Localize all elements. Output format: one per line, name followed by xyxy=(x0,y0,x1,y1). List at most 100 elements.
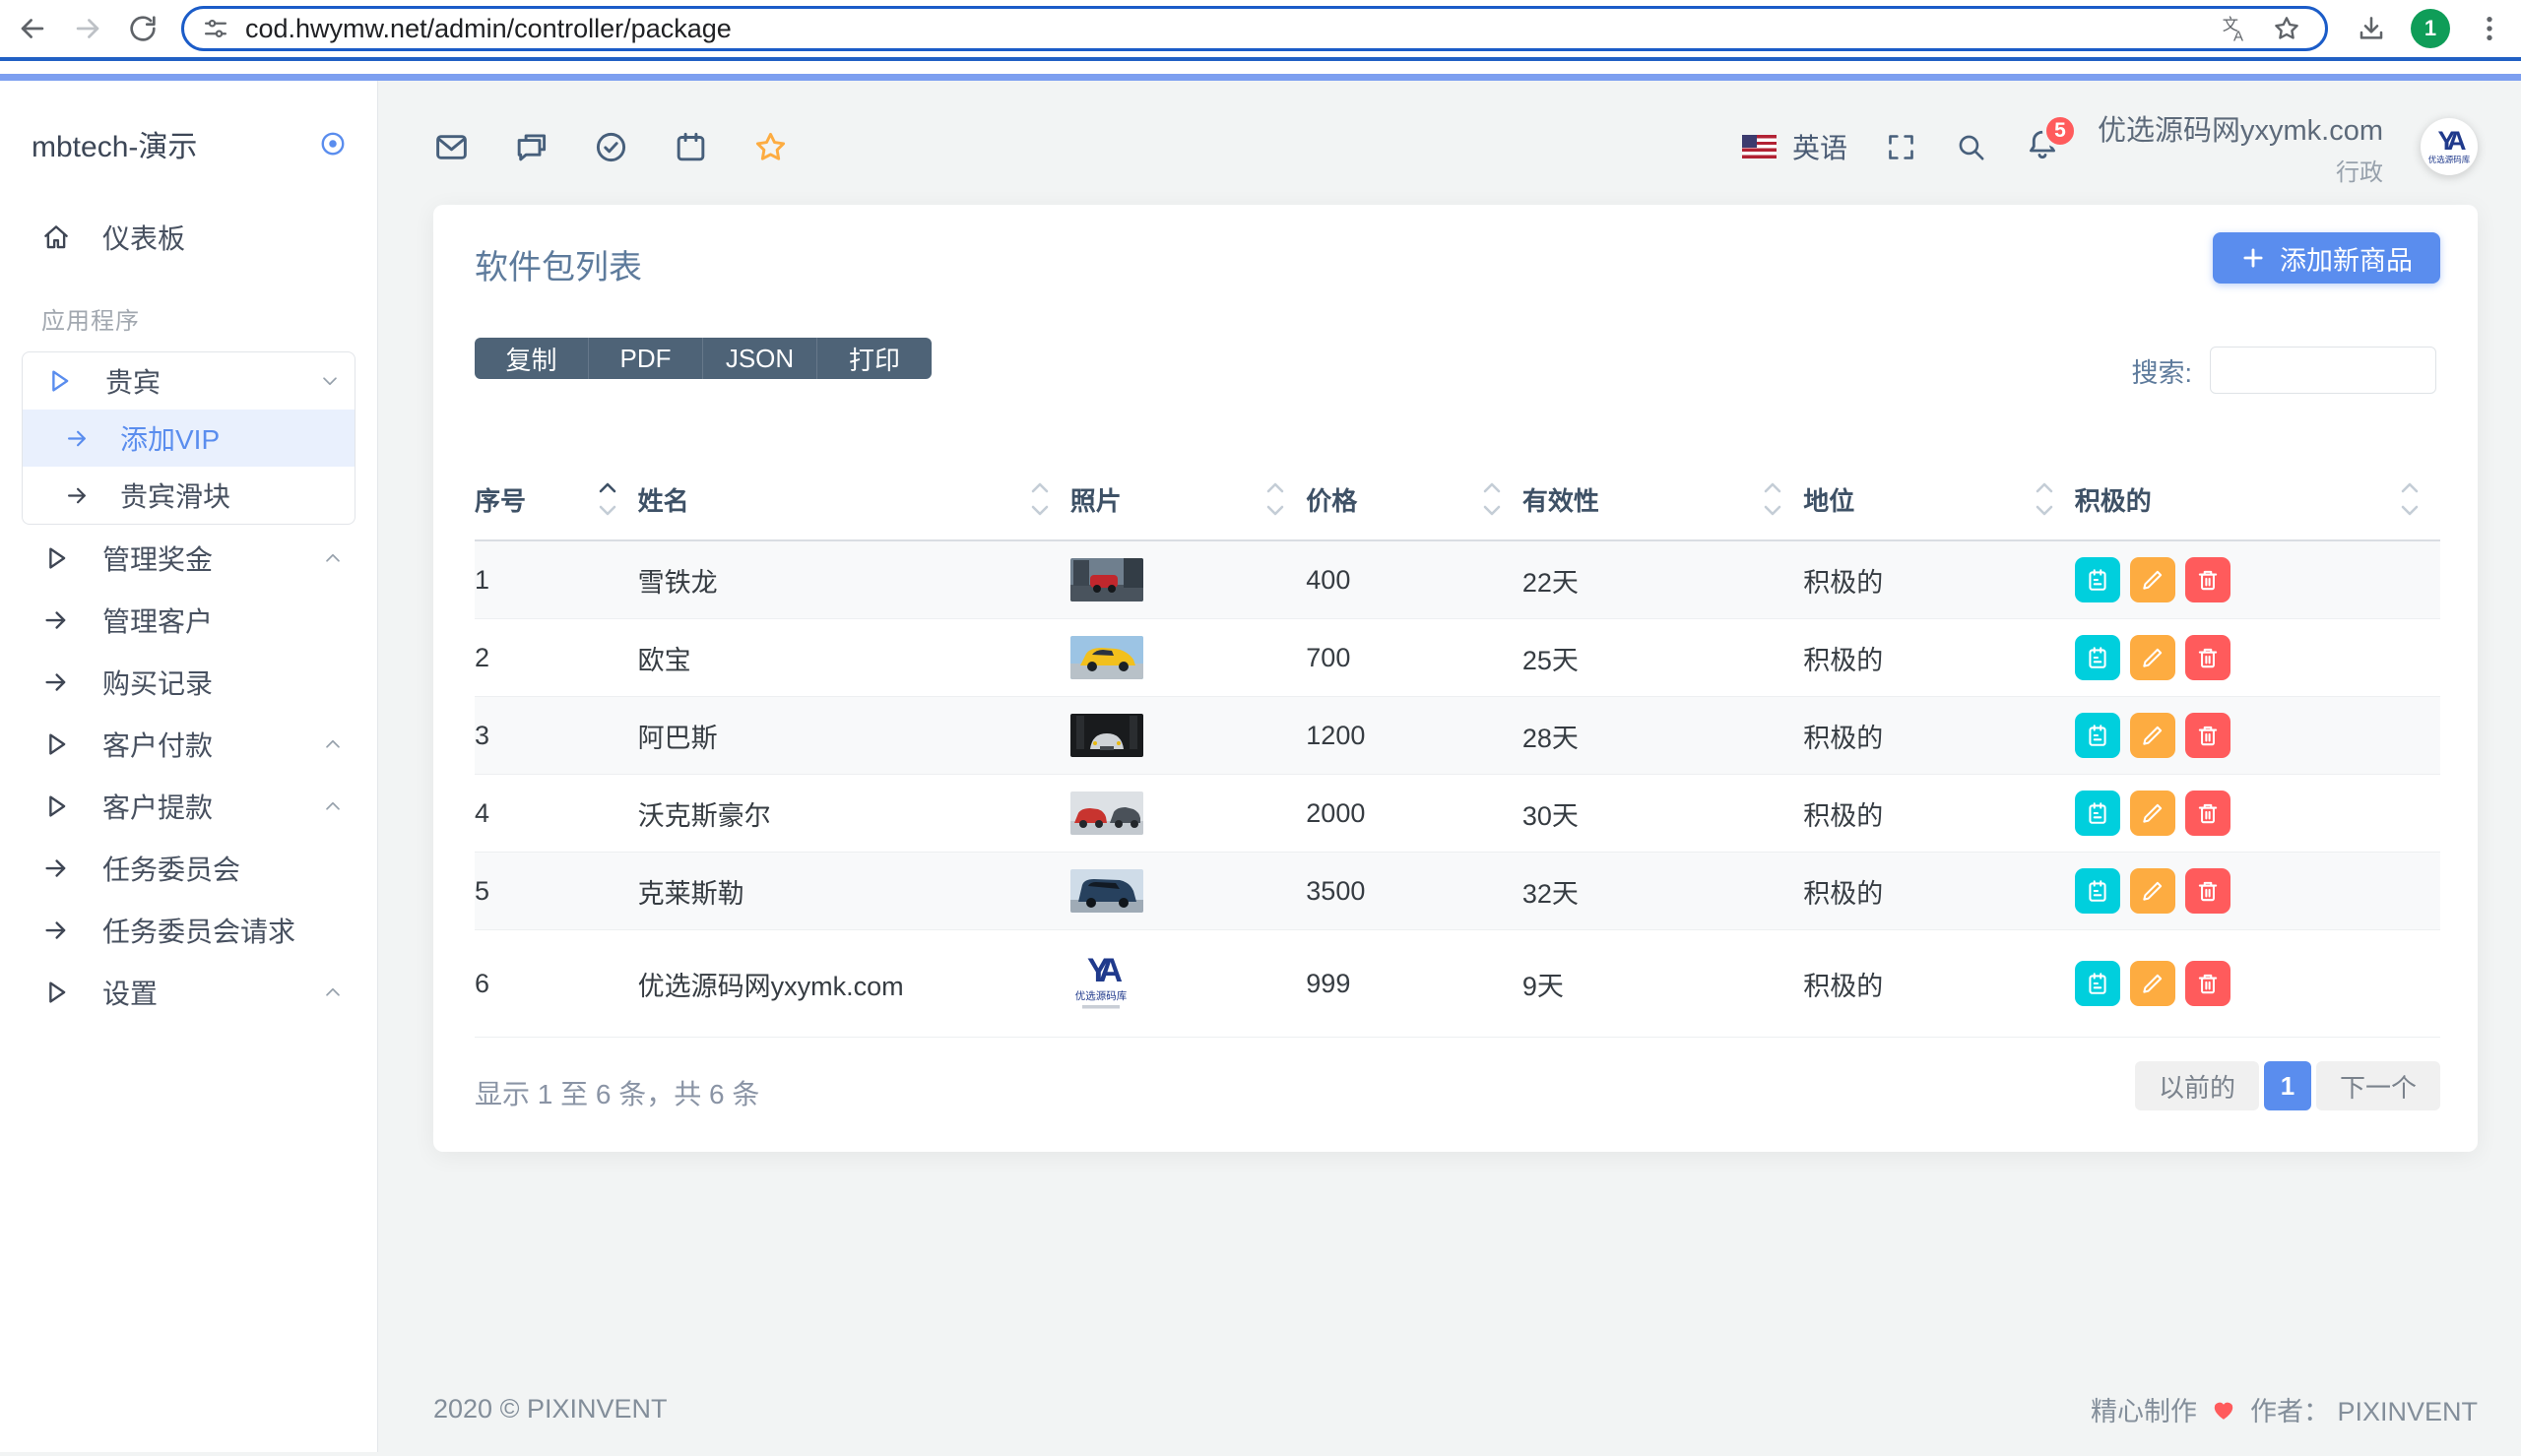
product-photo xyxy=(1070,636,1143,679)
sidebar-section-label: 应用程序 xyxy=(41,301,357,336)
table-row: 4 沃克斯豪尔 2000 30天 积极的 xyxy=(475,775,2440,853)
sidebar-item-dashboard[interactable]: 仪表板 xyxy=(20,209,357,266)
sort-desc-icon[interactable] xyxy=(2401,505,2419,517)
chat-icon[interactable] xyxy=(513,129,549,165)
print-button[interactable]: 打印 xyxy=(817,338,932,379)
sidebar-item-vip[interactable]: 贵宾 xyxy=(23,352,355,410)
sort-asc-icon[interactable] xyxy=(1483,481,1501,493)
table-row: 1 雪铁龙 400 22天 积极的 xyxy=(475,540,2440,619)
cell-status: 积极的 xyxy=(1803,540,2074,619)
view-button[interactable] xyxy=(2075,557,2120,602)
sort-desc-icon[interactable] xyxy=(599,505,616,517)
sort-asc-icon[interactable] xyxy=(1266,481,1284,493)
calendar-icon[interactable] xyxy=(673,129,709,165)
column-header-name[interactable]: 姓名 xyxy=(638,472,1070,540)
sort-desc-icon[interactable] xyxy=(2036,505,2053,517)
delete-button[interactable] xyxy=(2185,557,2230,602)
cell-name: 优选源码网yxymk.com xyxy=(638,930,1070,1038)
browser-reload-button[interactable] xyxy=(126,12,160,45)
sidebar-item-purchase-records[interactable]: 购买记录 xyxy=(20,654,357,711)
sort-desc-icon[interactable] xyxy=(1764,505,1781,517)
sidebar-item-task-committee[interactable]: 任务委员会 xyxy=(20,840,357,897)
delete-button[interactable] xyxy=(2185,713,2230,758)
view-button[interactable] xyxy=(2075,713,2120,758)
browser-toolbar: cod.hwymw.net/admin/controller/package 文… xyxy=(0,0,2521,61)
sidebar-item-customer-payments[interactable]: 客户付款 xyxy=(20,716,357,773)
language-label[interactable]: 英语 xyxy=(1792,127,1847,166)
sort-asc-icon[interactable] xyxy=(599,481,616,493)
sidebar-item-manage-customers[interactable]: 管理客户 xyxy=(20,592,357,649)
search-icon[interactable] xyxy=(1955,131,1987,163)
site-settings-icon[interactable] xyxy=(202,15,229,42)
sort-asc-icon[interactable] xyxy=(2401,481,2419,493)
delete-button[interactable] xyxy=(2185,791,2230,836)
sidebar-item-customer-withdrawals[interactable]: 客户提款 xyxy=(20,778,357,835)
browser-back-button[interactable] xyxy=(16,12,49,45)
favorite-star-icon[interactable] xyxy=(752,129,789,165)
browser-menu-icon[interactable] xyxy=(2474,13,2505,44)
sort-desc-icon[interactable] xyxy=(1483,505,1501,517)
sort-asc-icon[interactable] xyxy=(2036,481,2053,493)
avatar[interactable]: YA 优选源码库 xyxy=(2421,118,2478,175)
delete-button[interactable] xyxy=(2185,868,2230,914)
sort-asc-icon[interactable] xyxy=(1031,481,1049,493)
mail-icon[interactable] xyxy=(433,129,470,165)
view-button[interactable] xyxy=(2075,791,2120,836)
edit-button[interactable] xyxy=(2130,557,2175,602)
sidebar-item-task-committee-requests[interactable]: 任务委员会请求 xyxy=(20,902,357,959)
pagination-page-1[interactable]: 1 xyxy=(2264,1061,2311,1110)
delete-button[interactable] xyxy=(2185,635,2230,680)
sort-desc-icon[interactable] xyxy=(1266,505,1284,517)
column-header-status[interactable]: 地位 xyxy=(1803,472,2074,540)
json-button[interactable]: JSON xyxy=(703,338,817,379)
cell-validity: 28天 xyxy=(1522,697,1803,775)
column-header-photo[interactable]: 照片 xyxy=(1070,472,1307,540)
sidebar-pin-icon[interactable] xyxy=(318,129,348,158)
translate-icon[interactable]: 文A xyxy=(2219,14,2248,43)
notifications-bell[interactable]: 5 xyxy=(2025,127,2060,167)
search-label: 搜索: xyxy=(2131,351,2192,390)
user-menu[interactable]: 优选源码网yxymk.com 行政 xyxy=(2098,107,2383,187)
pagination-next-button[interactable]: 下一个 xyxy=(2316,1061,2440,1110)
sidebar-item-vip-slider[interactable]: 贵宾滑块 xyxy=(23,467,355,524)
cell-no: 1 xyxy=(475,540,638,619)
delete-button[interactable] xyxy=(2185,961,2230,1006)
fullscreen-icon[interactable] xyxy=(1885,131,1917,163)
edit-button[interactable] xyxy=(2130,635,2175,680)
cell-validity: 30天 xyxy=(1522,775,1803,853)
copy-button[interactable]: 复制 xyxy=(475,338,589,379)
edit-button[interactable] xyxy=(2130,791,2175,836)
us-flag-icon[interactable] xyxy=(1742,135,1777,158)
add-product-button[interactable]: 添加新商品 xyxy=(2213,232,2440,284)
column-label: 价格 xyxy=(1306,486,1357,516)
view-button[interactable] xyxy=(2075,635,2120,680)
sidebar-item-settings[interactable]: 设置 xyxy=(20,964,357,1021)
column-header-no[interactable]: 序号 xyxy=(475,472,638,540)
clipboard-icon xyxy=(2085,723,2110,748)
trash-icon xyxy=(2195,645,2221,670)
heart-icon xyxy=(2211,1397,2236,1423)
downloads-icon[interactable] xyxy=(2356,13,2387,44)
edit-button[interactable] xyxy=(2130,961,2175,1006)
sidebar-item-add-vip[interactable]: 添加VIP xyxy=(23,410,355,467)
sort-desc-icon[interactable] xyxy=(1031,505,1049,517)
search-input[interactable] xyxy=(2210,347,2436,394)
view-button[interactable] xyxy=(2075,961,2120,1006)
column-header-active[interactable]: 积极的 xyxy=(2075,472,2440,540)
pdf-button[interactable]: PDF xyxy=(589,338,703,379)
browser-forward-button[interactable] xyxy=(71,12,104,45)
address-bar[interactable]: cod.hwymw.net/admin/controller/package 文… xyxy=(181,6,2328,51)
column-header-price[interactable]: 价格 xyxy=(1306,472,1522,540)
sort-asc-icon[interactable] xyxy=(1764,481,1781,493)
sidebar-item-manage-bonus[interactable]: 管理奖金 xyxy=(20,530,357,587)
bookmark-star-icon[interactable] xyxy=(2272,14,2301,43)
edit-button[interactable] xyxy=(2130,713,2175,758)
cell-no: 6 xyxy=(475,930,638,1038)
edit-button[interactable] xyxy=(2130,868,2175,914)
column-header-validity[interactable]: 有效性 xyxy=(1522,472,1803,540)
check-circle-icon[interactable] xyxy=(593,129,629,165)
pagination-prev-button[interactable]: 以前的 xyxy=(2135,1061,2259,1110)
browser-profile-avatar[interactable]: 1 xyxy=(2411,9,2450,48)
url-text[interactable]: cod.hwymw.net/admin/controller/package xyxy=(245,14,2219,44)
view-button[interactable] xyxy=(2075,868,2120,914)
